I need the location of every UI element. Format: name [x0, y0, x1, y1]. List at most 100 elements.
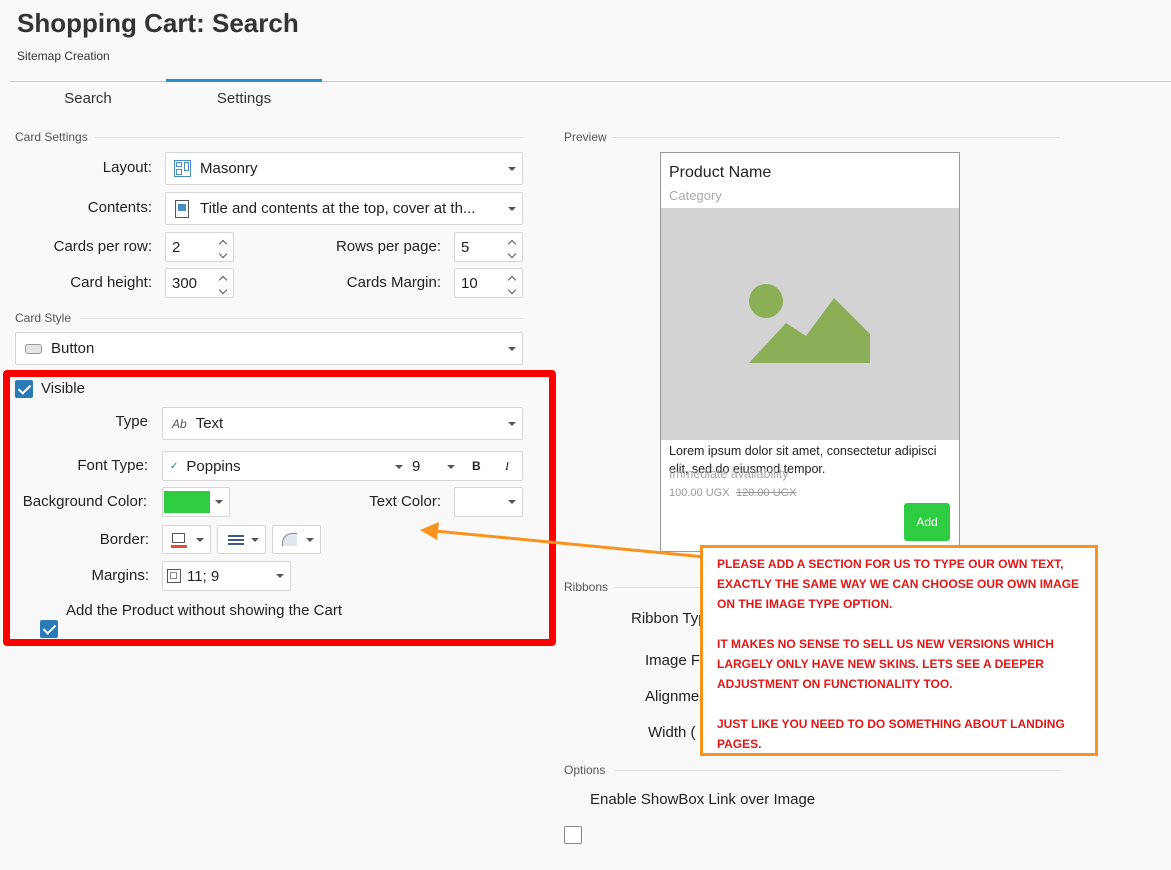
font-type-label: Font Type: — [77, 457, 148, 474]
section-card-settings: Card Settings — [15, 130, 88, 144]
product-availability: Immediate availability — [669, 467, 789, 481]
cards-per-row-value: 2 — [172, 238, 181, 256]
showbox-checkbox[interactable] — [564, 826, 582, 844]
section-divider — [614, 137, 1060, 138]
page-title: Shopping Cart: Search — [17, 8, 299, 38]
cards-margin-label: Cards Margin: — [346, 274, 441, 291]
preview-card: Product Name Category Lorem ipsum dolor … — [660, 152, 960, 552]
layout-label: Layout: — [102, 159, 152, 176]
section-divider — [614, 587, 700, 588]
spinner-arrows-icon[interactable] — [219, 273, 229, 297]
cards-per-row-label: Cards per row: — [53, 238, 152, 255]
annotation-arrow — [420, 522, 706, 559]
chevron-down-icon — [508, 500, 516, 504]
cards-per-row-stepper[interactable]: 2 — [165, 232, 234, 262]
italic-button[interactable]: I — [505, 459, 509, 474]
add-without-cart-label: Add the Product without showing the Cart — [66, 602, 342, 619]
contents-select[interactable]: Title and contents at the top, cover at … — [165, 192, 523, 225]
checkmark-icon: ✓ — [170, 460, 179, 472]
rows-per-page-label: Rows per page: — [335, 238, 441, 255]
color-swatch — [164, 491, 210, 513]
margins-select[interactable]: 11; 9 — [162, 561, 291, 591]
section-ribbons: Ribbons — [564, 580, 609, 594]
card-style-select[interactable]: Button — [15, 332, 523, 365]
tab-active-indicator — [166, 79, 322, 82]
product-image — [661, 208, 959, 440]
chevron-down-icon — [508, 206, 516, 211]
card-style-value: Button — [51, 340, 95, 357]
cards-margin-stepper[interactable]: 10 — [454, 268, 523, 298]
margins-value: 11; 9 — [187, 567, 220, 585]
showbox-label: Enable ShowBox Link over Image — [590, 791, 816, 808]
chevron-down-icon — [196, 537, 204, 542]
border-radius-button[interactable] — [272, 525, 321, 554]
section-divider — [80, 318, 523, 319]
type-select[interactable]: Ab Text — [162, 407, 523, 440]
chevron-down-icon — [276, 574, 284, 578]
chevron-down-icon — [508, 346, 516, 351]
font-family-value[interactable]: Poppins — [186, 458, 240, 475]
type-label: Type — [115, 413, 148, 430]
card-height-value: 300 — [172, 274, 198, 292]
section-divider — [614, 770, 1060, 771]
ribbon-type-label: Ribbon Typ — [631, 610, 707, 627]
image-file-label: Image Fi — [645, 652, 704, 669]
chevron-down-icon — [306, 537, 314, 542]
product-price: 100.00 UGX — [669, 487, 730, 499]
text-color-picker[interactable] — [454, 487, 523, 517]
section-preview: Preview — [564, 130, 607, 144]
tab-search[interactable]: Search — [10, 90, 166, 107]
spinner-arrows-icon[interactable] — [508, 273, 518, 297]
font-size-value[interactable]: 9 — [412, 458, 420, 475]
card-height-label: Card height: — [70, 274, 152, 291]
tab-settings[interactable]: Settings — [166, 90, 322, 107]
border-color-icon — [171, 532, 187, 548]
layout-select[interactable]: Masonry — [165, 152, 523, 185]
chevron-down-icon — [251, 537, 259, 542]
width-label: Width ( — [648, 724, 696, 741]
contents-value: Title and contents at the top, cover at … — [200, 200, 476, 217]
type-value: Text — [195, 415, 224, 432]
chevron-down-icon[interactable] — [447, 465, 455, 469]
bold-button[interactable]: B — [472, 459, 481, 473]
rows-per-page-stepper[interactable]: 5 — [454, 232, 523, 262]
page-subtitle: Sitemap Creation — [17, 49, 110, 63]
chevron-down-icon[interactable] — [395, 465, 403, 469]
section-options: Options — [564, 763, 606, 777]
add-button[interactable]: Add — [904, 503, 950, 541]
card-height-stepper[interactable]: 300 — [165, 268, 234, 298]
product-old-price: 120.00 UGX — [736, 487, 797, 499]
layout-value: Masonry — [200, 160, 258, 177]
corner-radius-icon — [282, 533, 297, 546]
section-divider — [95, 137, 523, 138]
border-style-button[interactable] — [217, 525, 266, 554]
border-color-button[interactable] — [162, 525, 211, 554]
background-color-picker[interactable] — [162, 487, 230, 517]
text-color-label: Text Color: — [369, 493, 441, 510]
button-shape-icon — [25, 343, 42, 354]
product-category: Category — [669, 188, 722, 203]
annotation-box: PLEASE ADD A SECTION FOR US TO TYPE OUR … — [700, 545, 1098, 756]
add-without-cart-checkbox[interactable] — [40, 620, 58, 638]
visible-checkbox[interactable] — [15, 380, 33, 398]
chevron-down-icon — [508, 166, 516, 171]
chevron-down-icon — [508, 421, 516, 426]
border-label: Border: — [99, 531, 149, 548]
contents-label: Contents: — [87, 199, 152, 216]
font-toolbar: ✓ Poppins 9 B I — [162, 451, 523, 481]
annotation-paragraph: IT MAKES NO SENSE TO SELL US NEW VERSION… — [717, 637, 1054, 691]
rows-per-page-value: 5 — [461, 238, 470, 256]
margins-icon — [167, 569, 181, 583]
chevron-down-icon — [215, 500, 223, 504]
annotation-paragraph: PLEASE ADD A SECTION FOR US TO TYPE OUR … — [717, 557, 1080, 611]
spinner-arrows-icon[interactable] — [219, 237, 229, 261]
cards-margin-value: 10 — [461, 274, 478, 292]
text-type-icon: Ab — [172, 416, 187, 431]
visible-label: Visible — [41, 380, 85, 397]
spinner-arrows-icon[interactable] — [508, 237, 518, 261]
masonry-icon — [174, 160, 191, 177]
alignment-label: Alignme — [645, 688, 700, 705]
card-layout-icon — [175, 199, 189, 218]
image-placeholder-icon — [749, 284, 870, 363]
line-style-icon — [228, 534, 244, 545]
